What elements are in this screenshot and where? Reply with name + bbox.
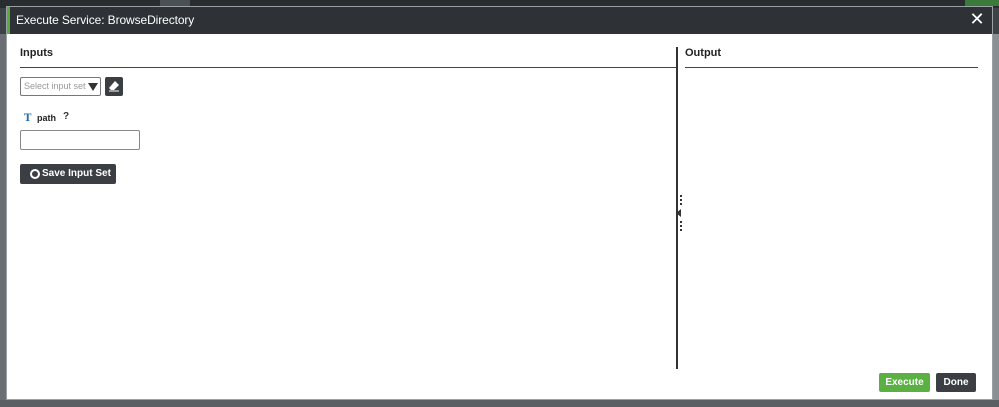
input-set-select[interactable]: Select input set <box>20 77 101 96</box>
grip-dots-icon <box>680 195 682 207</box>
dialog-header: Execute Service: BrowseDirectory ✕ <box>7 7 992 34</box>
execute-service-dialog: Execute Service: BrowseDirectory ✕ Input… <box>6 6 993 400</box>
save-input-set-button[interactable]: Save Input Set <box>20 164 116 184</box>
inputs-heading: Inputs <box>20 47 53 59</box>
save-input-set-label: Save Input Set <box>42 168 111 179</box>
inputs-pane: Inputs Select input set T path ? Save In… <box>20 47 676 369</box>
grip-dots-icon <box>680 221 682 233</box>
dialog-title: Execute Service: BrowseDirectory <box>16 13 195 27</box>
background-right-panel <box>993 34 999 407</box>
output-divider <box>685 67 978 68</box>
chevron-down-icon <box>88 83 98 91</box>
param-path-label: path <box>37 113 56 123</box>
string-type-icon: T <box>24 113 32 124</box>
output-pane: Output <box>685 47 978 369</box>
path-input[interactable] <box>20 130 140 150</box>
help-icon[interactable]: ? <box>63 111 69 122</box>
clear-inputs-button[interactable] <box>105 77 123 96</box>
circle-icon <box>30 169 40 179</box>
close-icon[interactable]: ✕ <box>968 11 986 29</box>
splitter-handle[interactable] <box>676 195 684 233</box>
inputs-divider <box>20 67 676 68</box>
output-heading: Output <box>685 47 722 59</box>
collapse-left-icon[interactable] <box>676 209 681 217</box>
eraser-icon <box>109 81 119 92</box>
background-bottom-row <box>0 400 999 407</box>
done-button[interactable]: Done <box>936 373 976 392</box>
input-set-placeholder: Select input set <box>24 81 86 91</box>
execute-button[interactable]: Execute <box>879 373 930 392</box>
